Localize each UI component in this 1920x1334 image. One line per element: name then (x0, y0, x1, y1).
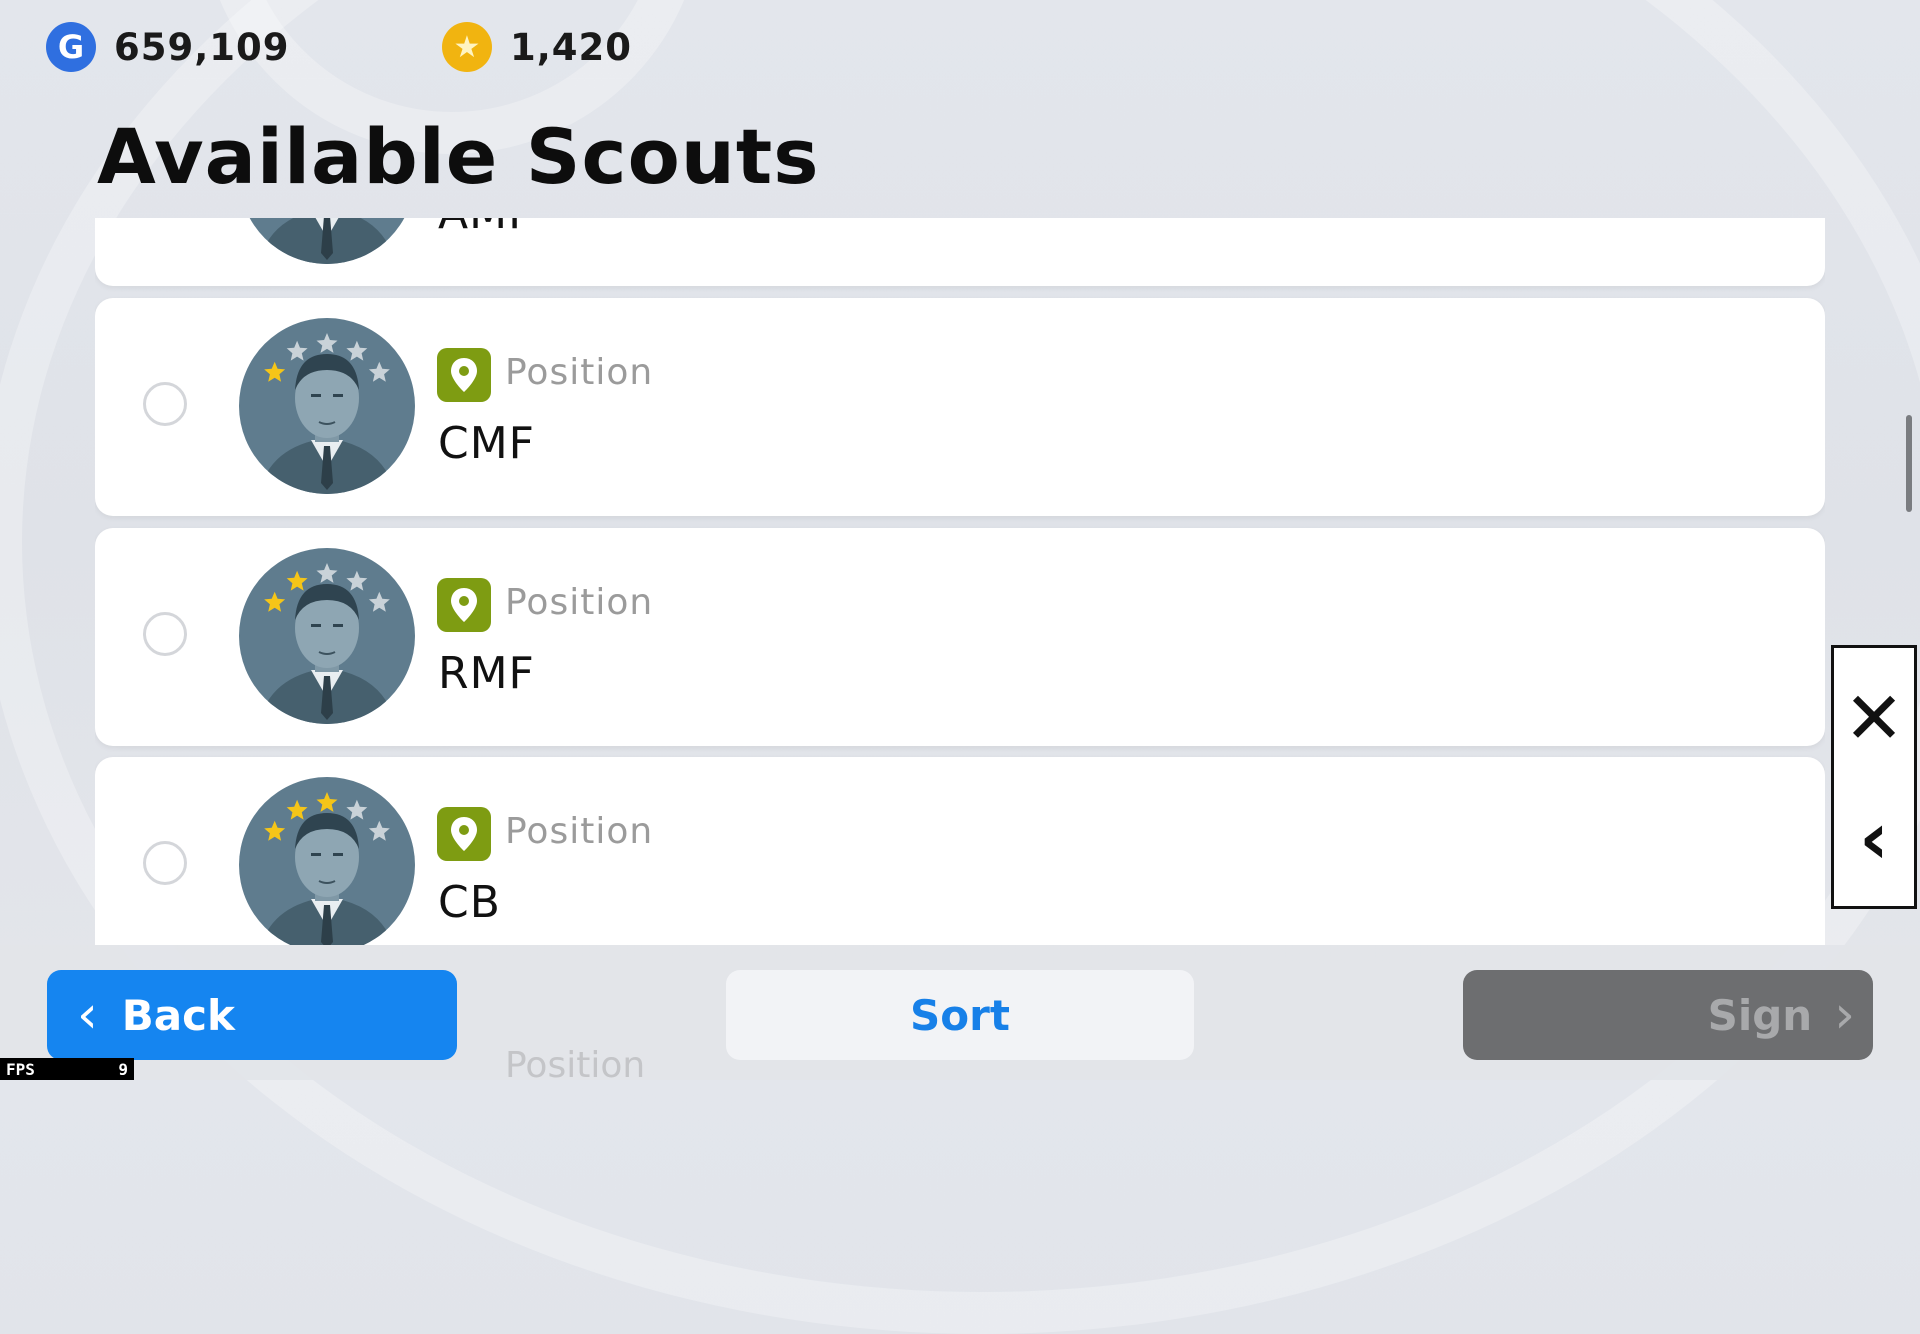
star-filled-icon (316, 792, 338, 812)
coin-amount: 1,420 (510, 25, 633, 69)
select-radio[interactable] (143, 612, 187, 656)
position-value: RMF (438, 648, 535, 699)
back-button-label: Back (121, 990, 235, 1040)
scout-card[interactable]: Position AMF (95, 218, 1825, 286)
fps-counter: FPS 9 (0, 1058, 134, 1080)
position-pin-icon (437, 348, 491, 402)
scout-avatar (239, 218, 415, 264)
fps-value: 9 (118, 1059, 128, 1079)
star-filled-icon (264, 820, 286, 841)
position-value: CB (438, 877, 501, 928)
gp-icon: G (46, 22, 96, 72)
select-radio[interactable] (143, 841, 187, 885)
scout-portrait-icon (259, 333, 395, 494)
position-value: CMF (438, 418, 535, 469)
star-empty-icon (346, 799, 368, 820)
scout-portrait-icon (259, 218, 395, 264)
scout-avatar (239, 777, 415, 945)
star-empty-icon (346, 570, 368, 591)
chevron-right-icon: › (1834, 985, 1855, 1045)
position-pin-icon (437, 578, 491, 632)
position-pin-icon (437, 807, 491, 861)
star-empty-icon (368, 361, 390, 382)
position-label: Position (505, 582, 654, 623)
star-empty-icon (346, 340, 368, 361)
scout-card[interactable]: Position CB (95, 757, 1825, 945)
coin-icon: ★ (442, 22, 492, 72)
sign-button-label: Sign (1707, 990, 1813, 1040)
scout-list[interactable]: Position AMF Position CMF (95, 218, 1825, 945)
sort-button-label: Sort (910, 990, 1010, 1040)
list-scrollbar[interactable] (1906, 415, 1912, 512)
star-empty-icon (316, 333, 338, 353)
close-icon[interactable]: ✕ (1834, 658, 1914, 778)
star-empty-icon (368, 591, 390, 612)
sort-button[interactable]: Sort (726, 970, 1194, 1060)
sign-button[interactable]: Sign › (1463, 970, 1873, 1060)
collapse-chevron-icon[interactable]: ‹ (1834, 778, 1914, 898)
scout-portrait-icon (261, 792, 393, 945)
side-controls: ✕ ‹ (1831, 645, 1917, 909)
position-value: AMF (438, 218, 534, 239)
select-radio[interactable] (143, 382, 187, 426)
position-label: Position (505, 352, 654, 393)
page-title: Available Scouts (97, 112, 820, 201)
star-filled-icon (286, 570, 308, 591)
chevron-left-icon: ‹ (77, 985, 98, 1045)
gp-amount: 659,109 (114, 25, 290, 69)
star-empty-icon (286, 340, 308, 361)
star-filled-icon (286, 799, 308, 820)
star-filled-icon (264, 591, 286, 612)
position-label: Position (505, 811, 654, 852)
star-filled-icon (264, 361, 286, 382)
scout-avatar (239, 548, 415, 724)
gp-balance: G 659,109 (46, 22, 290, 72)
scout-card[interactable]: Position RMF (95, 528, 1825, 746)
back-button[interactable]: ‹ Back (47, 970, 457, 1060)
star-empty-icon (316, 563, 338, 583)
star-empty-icon (368, 820, 390, 841)
scout-card[interactable]: Position CMF (95, 298, 1825, 516)
scout-avatar (239, 318, 415, 494)
scout-portrait-icon (259, 563, 395, 724)
coin-balance: ★ 1,420 (442, 22, 632, 72)
fps-label: FPS (6, 1059, 35, 1079)
